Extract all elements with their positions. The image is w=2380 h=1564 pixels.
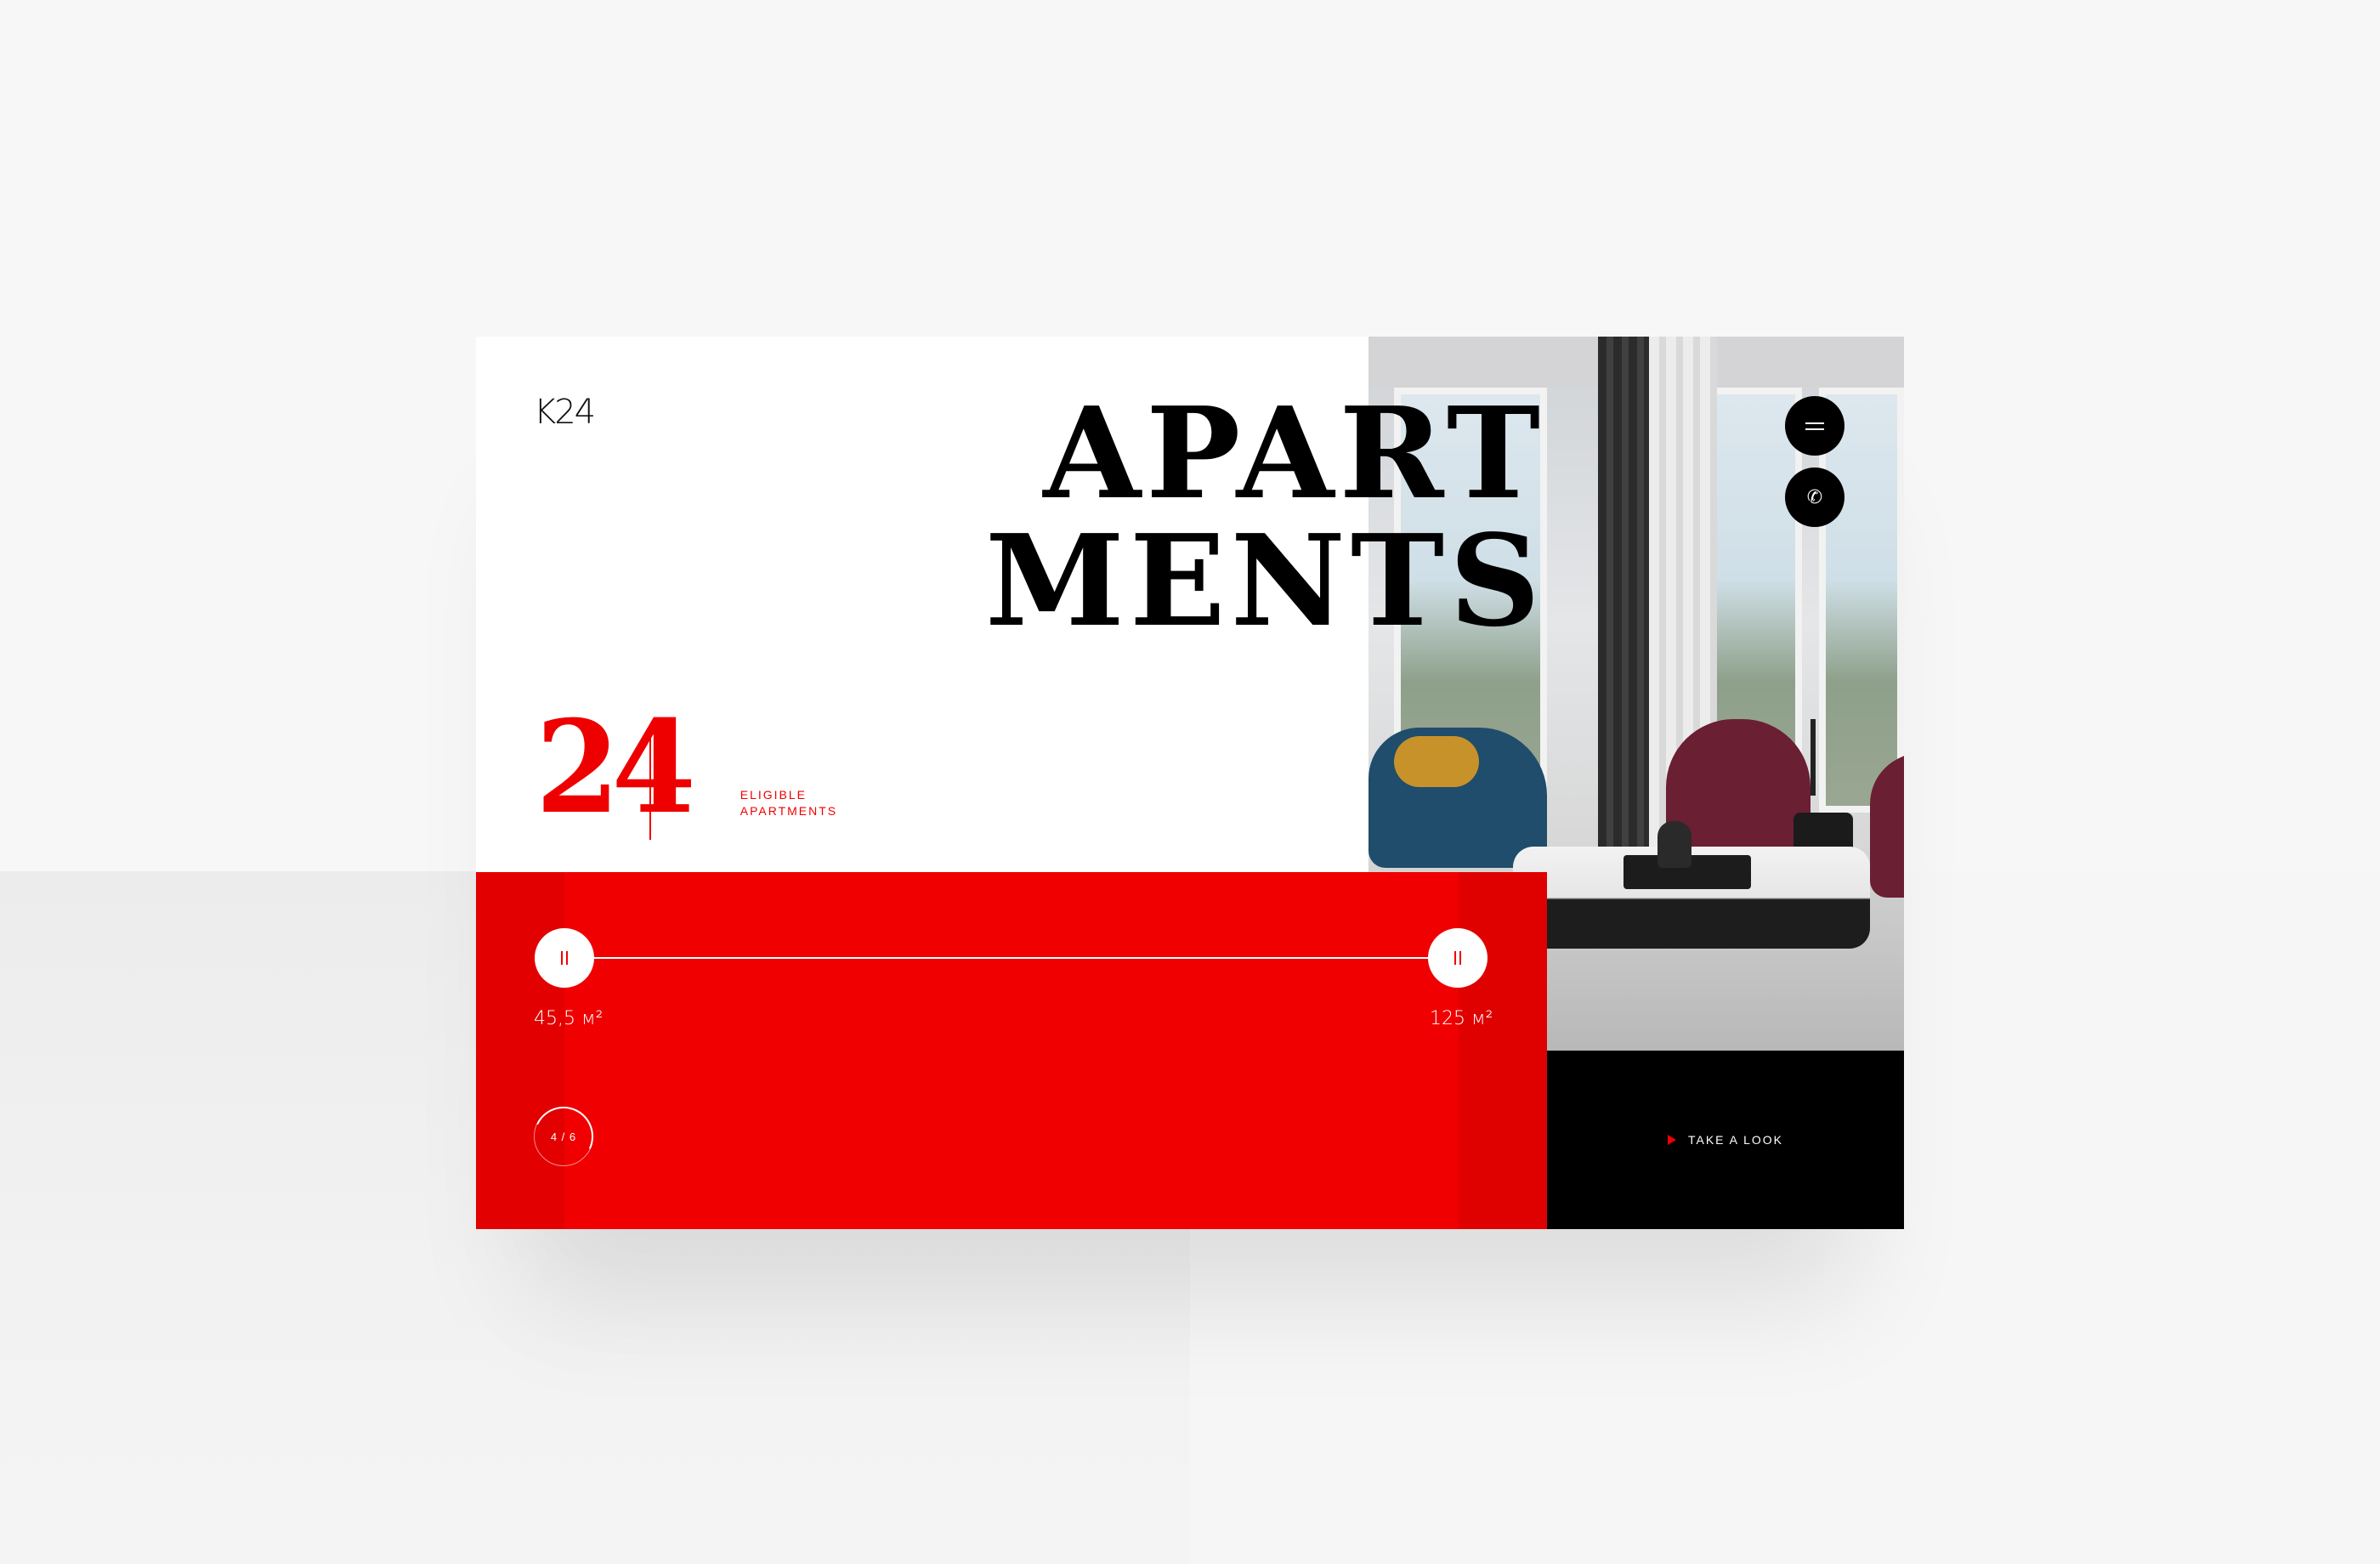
area-max-value: 125 м² [1430, 1008, 1493, 1029]
slide-pager[interactable]: 4 / 6 [534, 1107, 593, 1166]
area-max-handle[interactable] [1428, 928, 1488, 988]
photo-curtain [1598, 337, 1649, 881]
take-a-look-button[interactable]: TAKE A LOOK [1547, 1051, 1904, 1229]
area-range-track[interactable] [564, 957, 1457, 959]
apartment-count-block: 24 ELIGIBLE APARTMENTS [536, 693, 859, 842]
phone-icon: ✆ [1806, 486, 1823, 507]
area-min-value: 45,5 м² [534, 1008, 604, 1029]
photo-lamp [1810, 719, 1816, 796]
play-icon [1667, 1135, 1676, 1145]
photo-pillow [1394, 736, 1479, 787]
photo-window [1819, 388, 1904, 813]
logo[interactable]: K24 [534, 393, 596, 432]
headline-line: MENTS [985, 507, 1545, 654]
photo-vase [1658, 821, 1692, 868]
area-min-handle[interactable] [535, 928, 594, 988]
grip-icon [1454, 951, 1461, 965]
count-divider [649, 738, 651, 840]
call-button[interactable]: ✆ [1785, 468, 1844, 527]
area-filter-panel: 45,5 м² 125 м² 4 / 6 [476, 872, 1547, 1229]
panel-edge-left [476, 872, 564, 1229]
menu-button[interactable] [1785, 396, 1844, 456]
grip-icon [561, 951, 568, 965]
menu-icon [1805, 422, 1824, 430]
apartment-count: 24 [536, 693, 696, 842]
page-headline: APART MENTS [985, 389, 1545, 644]
headline-line: APART [1043, 379, 1545, 527]
panel-edge-right [1459, 872, 1547, 1229]
cta-label: TAKE A LOOK [1687, 1133, 1783, 1147]
cta-content: TAKE A LOOK [1667, 1133, 1783, 1147]
apartment-count-label: ELIGIBLE APARTMENTS [740, 788, 838, 818]
landing-card: K24 24 ELIGIBLE APARTMENTS APART MENTS ✆ [476, 337, 1904, 1229]
